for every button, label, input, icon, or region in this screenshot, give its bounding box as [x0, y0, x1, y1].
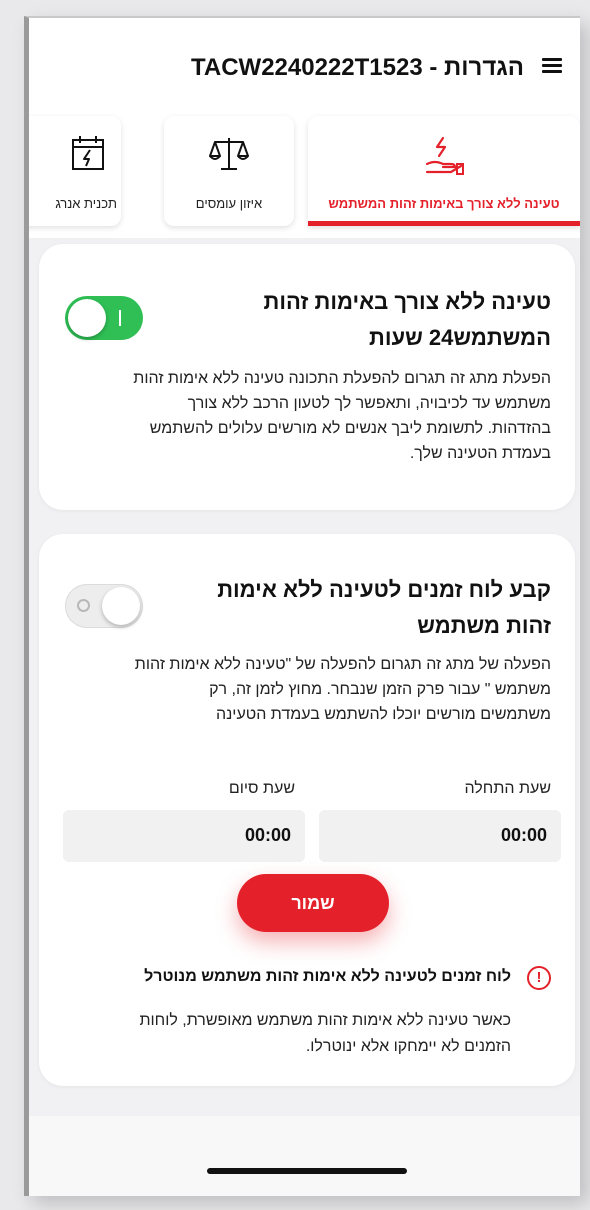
tab-label: איזון עומסים — [195, 196, 263, 211]
alert-circle-icon: ! — [527, 966, 551, 990]
tab-label: תכנית אנרג — [55, 196, 117, 211]
start-time-label: שעת התחלה — [464, 780, 551, 797]
tab-energy-plan[interactable]: תכנית אנרג — [29, 116, 121, 226]
home-indicator[interactable] — [207, 1168, 407, 1174]
tab-no-auth-charging[interactable]: טעינה ללא צורך באימות זהות המשתמש — [308, 116, 580, 226]
phone-screen: הגדרות - TACW2240222T1523 טעינה ללא צורך… — [24, 16, 580, 1196]
tab-label: טעינה ללא צורך באימות זהות המשתמש — [328, 196, 560, 211]
card-title: טעינה ללא צורך באימות זהות המשתמש24 שעות — [263, 289, 551, 350]
card-description: הפעלה של מתג זה תגרום להפעלה של "טעינה ל… — [134, 656, 551, 723]
page-title: הגדרות - TACW2240222T1523 — [191, 54, 524, 81]
end-time-label: שעת סיום — [228, 780, 295, 797]
tab-load-balancing[interactable]: איזון עומסים — [164, 116, 294, 226]
schedule-card: קבע לוח זמנים לטעינה ללא אימות זהות משתמ… — [39, 534, 575, 1086]
tab-strip: טעינה ללא צורך באימות זהות המשתמש איזון … — [29, 108, 580, 238]
warning-description: כאשר טעינה ללא אימות זהות משתמש מאופשרת,… — [139, 1012, 511, 1055]
warning-title: לוח זמנים לטעינה ללא אימות זהות משתמש מנ… — [144, 968, 511, 985]
start-time-field[interactable]: 00:00 — [319, 810, 561, 862]
card-description: הפעלת מתג זה תגרום להפעלת התכונה טעינה ל… — [133, 370, 551, 462]
end-time-field[interactable]: 00:00 — [63, 810, 305, 862]
hamburger-menu-icon[interactable] — [542, 58, 562, 74]
hand-charging-icon — [421, 134, 467, 185]
calendar-bolt-icon — [70, 134, 106, 177]
header: הגדרות - TACW2240222T1523 — [29, 18, 580, 108]
schedule-toggle[interactable] — [65, 584, 143, 628]
card-title: קבע לוח זמנים לטעינה ללא אימות זהות משתמ… — [217, 577, 551, 638]
bottom-bar — [29, 1116, 580, 1196]
save-button[interactable]: שמור — [237, 874, 389, 932]
no-auth-24h-toggle[interactable] — [65, 296, 143, 340]
balance-scale-icon — [209, 134, 249, 179]
no-auth-24h-card: טעינה ללא צורך באימות זהות המשתמש24 שעות… — [39, 244, 575, 510]
